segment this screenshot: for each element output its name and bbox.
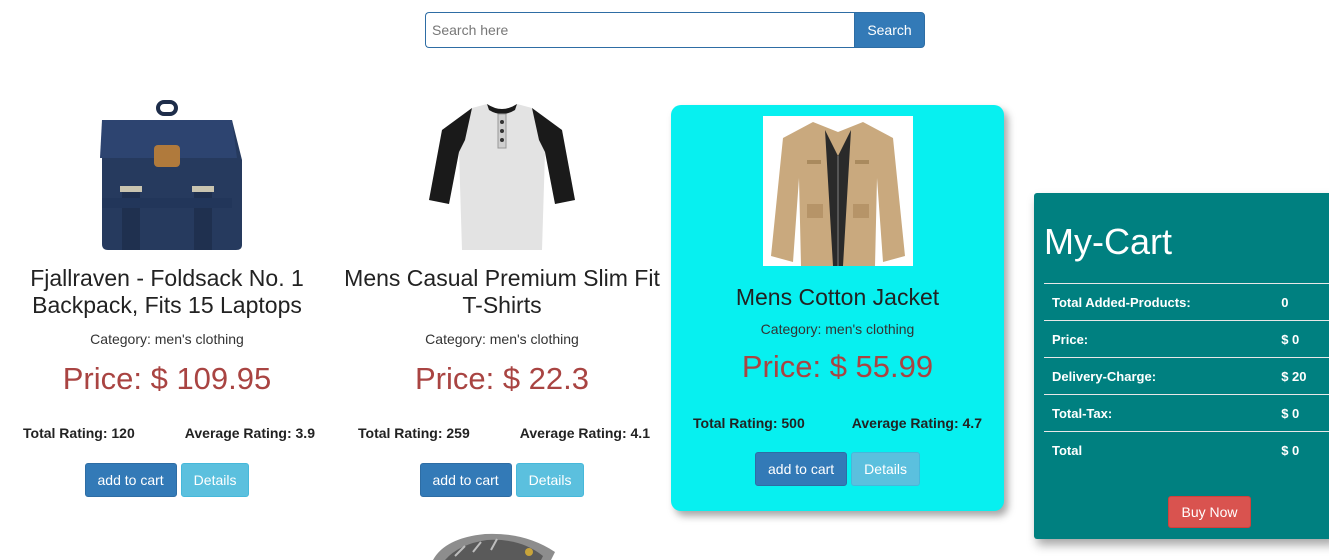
cart-row-tax: Total-Tax: $ 0 [1044, 394, 1329, 432]
details-button[interactable]: Details [515, 463, 585, 497]
product-card: Mens Casual Premium Slim Fit T-Shirts Ca… [342, 100, 662, 497]
cart-row-label: Total [1044, 431, 1276, 469]
total-rating: Total Rating: 259 [358, 425, 470, 441]
product-card: Fjallraven - Foldsack No. 1 Backpack, Fi… [7, 100, 327, 497]
product-ratings: Total Rating: 120 Average Rating: 3.9 [7, 425, 327, 441]
product-price: Price: $ 109.95 [62, 361, 272, 396]
product-price: Price: $ 22.3 [414, 361, 590, 396]
product-title: Mens Cotton Jacket [735, 284, 940, 310]
search-button[interactable]: Search [854, 12, 925, 48]
average-rating: Average Rating: 3.9 [184, 425, 315, 441]
details-button[interactable]: Details [180, 463, 250, 497]
cart-title: My-Cart [1044, 221, 1172, 262]
cart-row-value: $ 0 [1275, 320, 1329, 358]
tshirt-image [429, 104, 575, 250]
cart-row-label: Delivery-Charge: [1044, 357, 1276, 395]
details-button[interactable]: Details [851, 452, 920, 486]
cart-row-value: $ 0 [1275, 431, 1329, 469]
watch-image [433, 533, 555, 560]
cart-row-label: Price: [1044, 320, 1276, 358]
search-bar: Search [425, 12, 925, 48]
cart-row-label: Total Added-Products: [1044, 283, 1276, 321]
jacket-image [762, 116, 913, 266]
product-ratings: Total Rating: 259 Average Rating: 4.1 [342, 425, 662, 441]
product-card-highlighted: Mens Cotton Jacket Category: men's cloth… [671, 105, 1004, 511]
buy-now-button[interactable]: Buy Now [1168, 496, 1251, 528]
product-title: Fjallraven - Foldsack No. 1 Backpack, Fi… [30, 265, 304, 318]
cart-row-total-products: Total Added-Products: 0 [1044, 283, 1329, 321]
cart-row-total: Total $ 0 [1044, 431, 1329, 469]
average-rating: Average Rating: 4.7 [851, 415, 982, 431]
add-to-cart-button[interactable]: add to cart [755, 452, 848, 486]
total-rating: Total Rating: 120 [23, 425, 135, 441]
add-to-cart-button[interactable]: add to cart [84, 463, 177, 497]
product-actions: add to cart Details [342, 463, 662, 497]
search-input[interactable] [425, 12, 854, 48]
page: Search Fjallraven - Foldsack No. 1 Backp… [0, 0, 1329, 560]
cart-panel: My-Cart Total Added-Products: 0 Price: $… [1034, 193, 1329, 539]
cart-row-label: Total-Tax: [1044, 394, 1276, 432]
cart-row-value: 0 [1275, 283, 1329, 321]
product-title: Mens Casual Premium Slim Fit T-Shirts [344, 265, 660, 318]
cart-summary-table: Total Added-Products: 0 Price: $ 0 Deliv… [1044, 283, 1329, 469]
product-category: Category: men's clothing [90, 331, 244, 347]
cart-row-delivery: Delivery-Charge: $ 20 [1044, 357, 1329, 395]
product-category: Category: men's clothing [425, 331, 579, 347]
cart-row-value: $ 20 [1275, 357, 1329, 395]
product-price: Price: $ 55.99 [741, 349, 934, 384]
cart-row-value: $ 0 [1275, 394, 1329, 432]
cart-row-price: Price: $ 0 [1044, 320, 1329, 358]
total-rating: Total Rating: 500 [693, 415, 805, 431]
product-actions: add to cart Details [671, 452, 1004, 486]
average-rating: Average Rating: 4.1 [519, 425, 650, 441]
add-to-cart-button[interactable]: add to cart [419, 463, 512, 497]
product-actions: add to cart Details [7, 463, 327, 497]
backpack-image [100, 100, 242, 250]
product-category: Category: men's clothing [760, 321, 915, 337]
product-ratings: Total Rating: 500 Average Rating: 4.7 [671, 415, 1004, 431]
